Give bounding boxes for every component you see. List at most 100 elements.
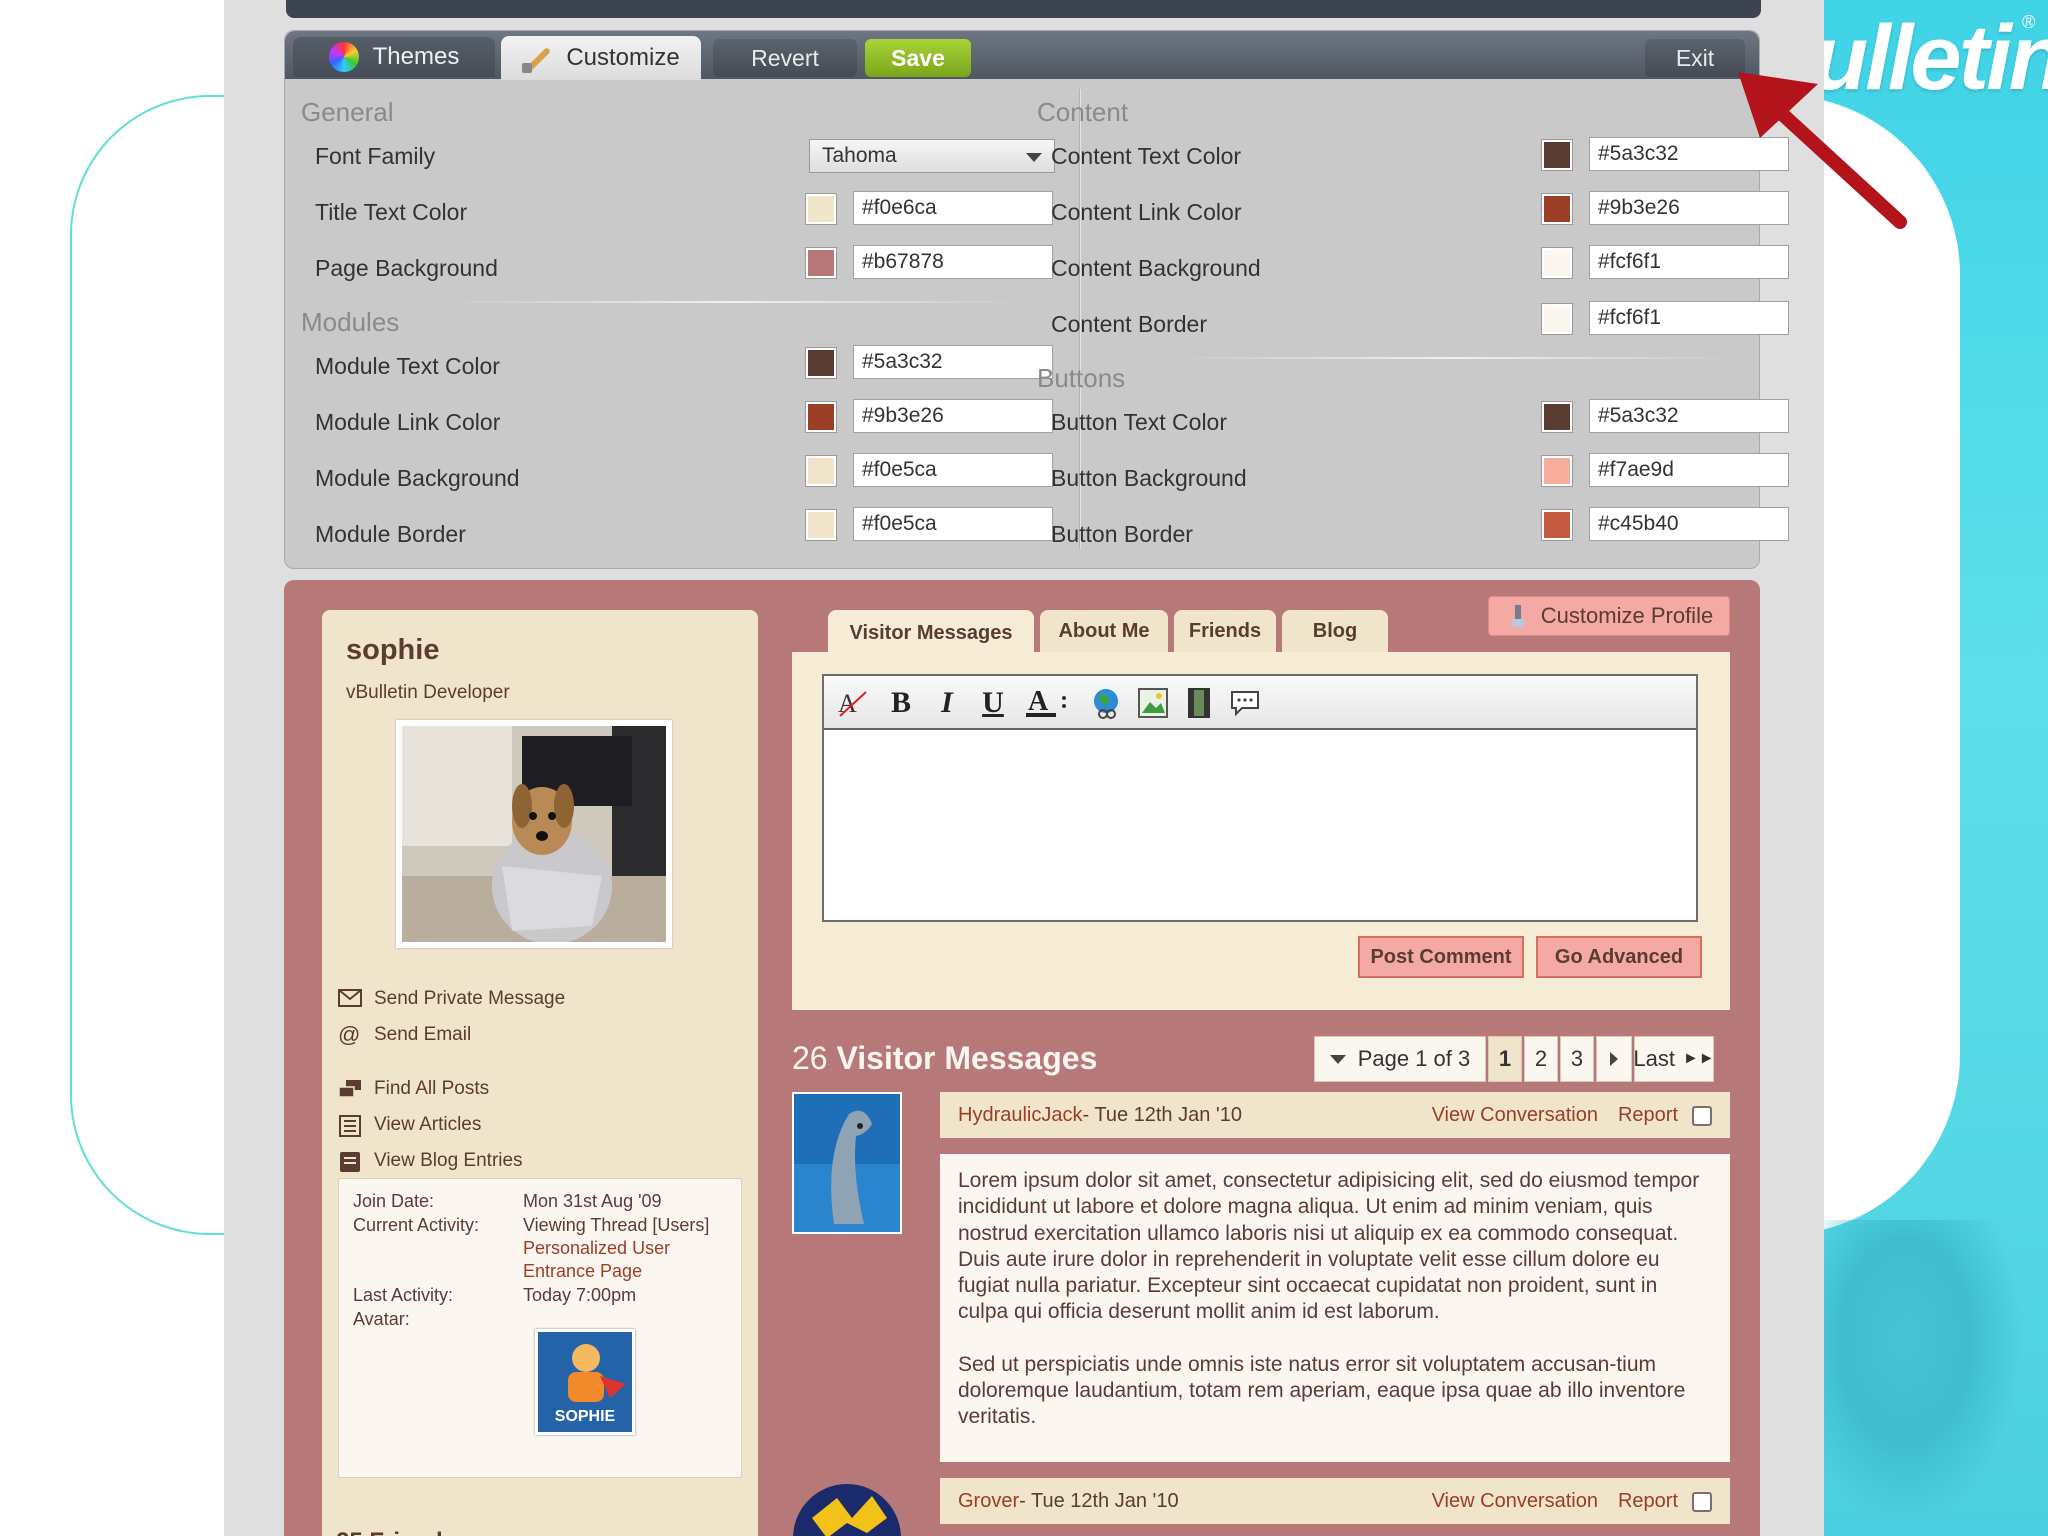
italic-icon[interactable]: I [928, 684, 966, 722]
pagination: Page 1 of 3 1 2 3 Last ►► [1314, 1036, 1716, 1082]
profile-user-title: vBulletin Developer [346, 682, 510, 703]
message-author-link[interactable]: HydraulicJack [958, 1104, 1082, 1127]
link-globe-icon[interactable] [1088, 684, 1126, 722]
report-link[interactable]: Report [1618, 1490, 1678, 1513]
tab-blog[interactable]: Blog [1282, 610, 1388, 652]
button-text-color-field[interactable] [1589, 399, 1789, 433]
customize-profile-button[interactable]: Customize Profile [1488, 596, 1730, 636]
customize-toolbar: Themes Customize Revert Save Exit [285, 31, 1759, 80]
last-activity-value: Today 7:00pm [523, 1285, 637, 1305]
module-background-swatch[interactable] [805, 455, 837, 487]
content-background-label: Content Background [1051, 255, 1261, 281]
page-link-2[interactable]: 2 [1524, 1036, 1558, 1082]
module-link-color-field[interactable] [853, 399, 1053, 433]
page-link-3[interactable]: 3 [1560, 1036, 1594, 1082]
go-advanced-button[interactable]: Go Advanced [1536, 936, 1702, 978]
tab-about-me[interactable]: About Me [1040, 610, 1168, 652]
envelope-icon [338, 989, 362, 1009]
find-all-posts-link[interactable]: Find All Posts [338, 1078, 489, 1100]
tab-customize[interactable]: Customize [501, 36, 701, 80]
module-link-color-swatch[interactable] [805, 401, 837, 433]
message-select-checkbox[interactable] [1692, 1105, 1712, 1126]
view-conversation-link[interactable]: View Conversation [1432, 1490, 1598, 1513]
next-page-button[interactable] [1596, 1036, 1632, 1082]
message-actions: View Conversation Report [1432, 1104, 1712, 1127]
find-all-posts-label: Find All Posts [374, 1078, 490, 1099]
revert-button[interactable]: Revert [713, 39, 857, 77]
message-select-checkbox[interactable] [1692, 1491, 1712, 1512]
title-text-color-field[interactable] [853, 191, 1053, 225]
post-comment-button[interactable]: Post Comment [1358, 936, 1524, 978]
view-articles-label: View Articles [374, 1114, 482, 1135]
module-border-swatch[interactable] [805, 509, 837, 541]
tab-visitor-messages[interactable]: Visitor Messages [828, 610, 1034, 656]
editor-toolbar: A B I U A [824, 676, 1696, 730]
view-blog-entries-link[interactable]: View Blog Entries [338, 1150, 523, 1172]
divider [1175, 357, 1735, 359]
message-avatar[interactable] [792, 1478, 902, 1536]
module-text-color-field[interactable] [853, 345, 1053, 379]
button-background-swatch[interactable] [1541, 455, 1573, 487]
view-articles-link[interactable]: View Articles [338, 1114, 482, 1137]
title-text-color-swatch[interactable] [805, 193, 837, 225]
message-paragraph: Sed ut perspiciatis unde omnis iste natu… [958, 1352, 1686, 1429]
page-background-swatch[interactable] [805, 247, 837, 279]
content-text-color-swatch[interactable] [1541, 139, 1573, 171]
save-button[interactable]: Save [865, 39, 971, 77]
svg-text:A: A [1028, 686, 1049, 717]
message-date: - Tue 12th Jan '10 [1019, 1489, 1179, 1512]
page-label: Page 1 of 3 [1357, 1046, 1471, 1071]
button-text-color-swatch[interactable] [1541, 401, 1573, 433]
module-border-field[interactable] [853, 507, 1053, 541]
insert-image-icon[interactable] [1134, 684, 1172, 722]
content-link-color-swatch[interactable] [1541, 193, 1573, 225]
insert-video-icon[interactable] [1180, 684, 1218, 722]
message-avatar[interactable] [792, 1092, 902, 1234]
bold-icon[interactable]: B [882, 684, 920, 722]
page-jump-dropdown[interactable]: Page 1 of 3 [1314, 1036, 1486, 1082]
header-strip [286, 0, 1761, 18]
send-private-message-label: Send Private Message [374, 988, 566, 1009]
avatar-label: Avatar: [353, 1309, 410, 1329]
send-private-message-link[interactable]: Send Private Message [338, 988, 565, 1010]
message-author-link[interactable]: Grover [958, 1490, 1019, 1513]
button-border-field[interactable] [1589, 507, 1789, 541]
join-date-label: Join Date: [353, 1191, 435, 1211]
grover-avatar-image [793, 1484, 901, 1536]
content-background-swatch[interactable] [1541, 247, 1573, 279]
customize-panel: Themes Customize Revert Save Exit Genera… [284, 30, 1789, 569]
button-border-swatch[interactable] [1541, 509, 1573, 541]
current-activity-label: Current Activity: [353, 1215, 480, 1235]
visitor-messages-title: Visitor Messages [836, 1040, 1098, 1076]
module-text-color-swatch[interactable] [805, 347, 837, 379]
content-border-label: Content Border [1051, 311, 1207, 337]
module-background-field[interactable] [853, 453, 1053, 487]
page-background-field[interactable] [853, 245, 1053, 279]
send-email-link[interactable]: @ Send Email [338, 1024, 471, 1046]
last-page-button[interactable]: Last ►► [1633, 1036, 1715, 1082]
module-link-color-label: Module Link Color [315, 409, 501, 435]
text-color-icon[interactable]: A [1022, 684, 1074, 722]
view-conversation-link[interactable]: View Conversation [1432, 1104, 1598, 1127]
page-link-1[interactable]: 1 [1488, 1036, 1522, 1082]
brand-registered-mark: ® [2022, 12, 2036, 32]
button-background-field[interactable] [1589, 453, 1789, 487]
message-textarea[interactable] [824, 732, 1696, 920]
brush-icon [1505, 603, 1531, 629]
page-background-label: Page Background [315, 255, 498, 281]
activity-link[interactable]: Personalized User [523, 1238, 670, 1259]
font-size-icon[interactable]: A [834, 684, 872, 722]
tab-themes[interactable]: Themes [293, 37, 495, 77]
current-activity-value: Viewing Thread [Users] [523, 1215, 710, 1235]
view-blog-entries-label: View Blog Entries [374, 1150, 523, 1171]
report-link[interactable]: Report [1618, 1104, 1678, 1127]
content-background-field[interactable] [1589, 245, 1789, 279]
content-border-swatch[interactable] [1541, 303, 1573, 335]
tab-friends[interactable]: Friends [1174, 610, 1276, 652]
content-border-field[interactable] [1589, 301, 1789, 335]
quote-icon[interactable] [1226, 684, 1264, 722]
font-family-select[interactable]: Tahoma [809, 139, 1055, 173]
underline-icon[interactable]: U [974, 684, 1012, 722]
activity-link[interactable]: Entrance Page [523, 1261, 642, 1282]
customize-profile-label: Customize Profile [1540, 603, 1714, 628]
